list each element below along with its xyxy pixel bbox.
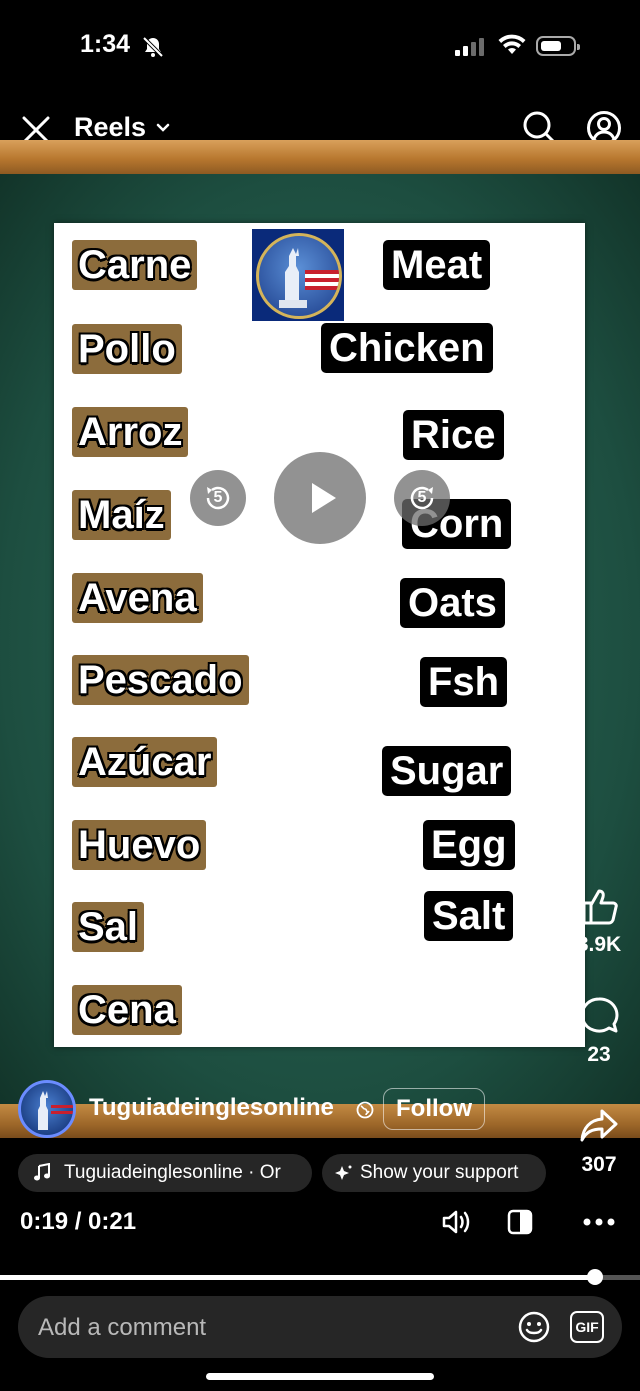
playback-time: 0:19 / 0:21: [20, 1208, 137, 1235]
reels-dropdown[interactable]: Reels: [74, 112, 170, 143]
volume-icon[interactable]: [440, 1206, 472, 1238]
spanish-word: Pollo: [72, 324, 182, 374]
spanish-word: Pescado: [72, 655, 249, 705]
liberty-logo-image: [252, 229, 344, 321]
spanish-word: Avena: [72, 573, 203, 623]
chalkboard-frame-top: [0, 140, 640, 174]
emoji-icon[interactable]: [518, 1311, 550, 1343]
progress-fill: [0, 1275, 596, 1280]
creator-name[interactable]: Tuguiadeinglesonline: [89, 1094, 334, 1122]
follow-button[interactable]: Follow: [383, 1088, 485, 1130]
english-word: Chicken: [321, 323, 493, 373]
spanish-word: Arroz: [72, 407, 189, 457]
spanish-word: Azúcar: [72, 737, 218, 787]
progress-bar[interactable]: [0, 1269, 640, 1285]
rewind-seconds: 5: [213, 489, 223, 506]
play-button[interactable]: [274, 452, 366, 544]
comment-input[interactable]: [36, 1296, 510, 1360]
share-arrow-icon: [580, 1109, 618, 1142]
battery-icon: [536, 36, 580, 56]
more-options-icon[interactable]: [582, 1210, 616, 1234]
wifi-icon: [498, 34, 526, 54]
audio-chip-label: Tuguiadeinglesonline · Or: [64, 1162, 281, 1183]
gif-button[interactable]: GIF: [570, 1311, 604, 1343]
globe-icon: [356, 1101, 374, 1119]
comment-bubble-icon: [580, 997, 619, 1033]
spanish-word: Carne: [72, 240, 198, 290]
spanish-word: Huevo: [72, 820, 207, 870]
spanish-word: Cena: [72, 985, 182, 1035]
forward-seconds: 5: [417, 489, 427, 506]
music-note-icon: [34, 1163, 50, 1181]
english-word: Salt: [424, 891, 514, 941]
home-indicator: [206, 1373, 434, 1380]
spanish-word: Maíz: [72, 490, 171, 540]
support-chip-label: Show your support: [360, 1162, 519, 1183]
forward-5-button[interactable]: 5: [394, 470, 450, 526]
english-word: Rice: [403, 410, 504, 460]
like-count: 3.9K: [576, 933, 622, 956]
comment-count: 23: [587, 1043, 611, 1066]
english-word: Egg: [423, 820, 515, 870]
audio-chip[interactable]: Tuguiadeinglesonline · Or: [18, 1154, 312, 1192]
comment-bar: GIF: [18, 1296, 622, 1360]
rewind-5-button[interactable]: 5: [190, 470, 246, 526]
status-time: 1:34: [80, 30, 131, 58]
creator-avatar[interactable]: [18, 1080, 76, 1138]
reels-title-label: Reels: [74, 112, 147, 142]
chevron-down-icon: [156, 123, 170, 132]
english-word: Oats: [400, 578, 505, 628]
like-button[interactable]: 3.9K: [569, 885, 629, 957]
bell-muted-icon: [142, 36, 164, 58]
share-button[interactable]: 307: [569, 1105, 629, 1177]
comment-button[interactable]: 23: [569, 995, 629, 1067]
english-word: Sugar: [382, 746, 512, 796]
share-count: 307: [581, 1153, 617, 1176]
reel-video[interactable]: Carne Pollo Arroz Maíz Avena Pescado Azú…: [0, 140, 640, 1138]
spanish-word: Sal: [72, 902, 145, 952]
thumbs-up-icon: [582, 889, 618, 925]
progress-thumb[interactable]: [587, 1269, 604, 1285]
cellular-signal-icon: [455, 36, 484, 56]
immersive-mode-icon[interactable]: [506, 1208, 534, 1236]
support-chip[interactable]: Show your support: [322, 1154, 546, 1192]
english-word: Fsh: [420, 657, 508, 707]
english-word: Meat: [383, 240, 491, 290]
star-sparkle-icon: [335, 1165, 352, 1180]
play-icon: [312, 483, 336, 513]
